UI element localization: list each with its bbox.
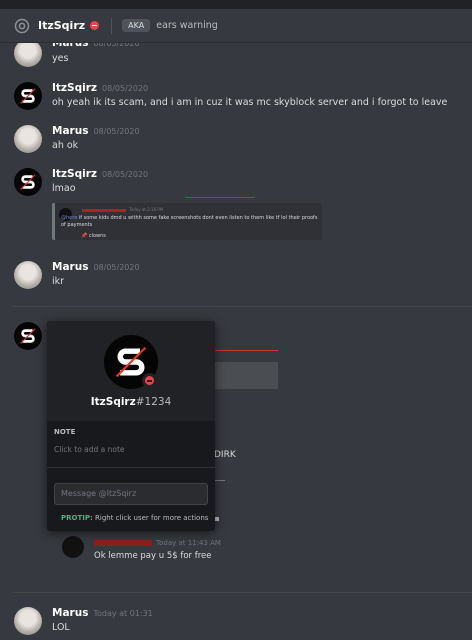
message-author[interactable]: ItzSqirz 08/05/2020 xyxy=(52,82,148,94)
quoted-author-name xyxy=(94,540,152,546)
at-sign-icon xyxy=(14,18,30,33)
message-timestamp: 08/05/2020 xyxy=(93,263,140,272)
pin-icon: 📌 xyxy=(81,233,88,239)
avatar[interactable] xyxy=(14,322,42,350)
message-text-fragment: DIRK xyxy=(214,450,236,460)
message-timestamp: Today at 01:31 xyxy=(93,609,153,618)
avatar[interactable] xyxy=(62,536,84,558)
message-author[interactable]: Marus 08/05/2020 xyxy=(52,125,140,137)
divider xyxy=(47,467,215,468)
embed-timestamp: Today at 2:16 PM xyxy=(129,207,164,212)
popout-username[interactable]: ItzSqirz#1234 xyxy=(47,396,215,408)
image-attachment[interactable]: Today at 2:16 PM @here if some kids dmd … xyxy=(52,203,322,240)
embed-text: @here if some kids dmd u withh some fake… xyxy=(61,215,318,228)
message-author[interactable]: Marus 08/05/2020 xyxy=(52,261,140,273)
protip-label: PROTIP: xyxy=(61,514,93,522)
message-list: Marus 08/05/2020 yes ItzSqirz 08/05/2020 o… xyxy=(0,0,472,640)
avatar[interactable] xyxy=(14,125,42,153)
message-timestamp: 08/05/2020 xyxy=(93,127,140,136)
message-text: oh yeah ik its scam, and i am in cuz it … xyxy=(52,97,448,108)
protip: PROTIP: Right click user for more action… xyxy=(61,514,209,522)
new-messages-divider xyxy=(185,197,255,198)
timestamp-fragment xyxy=(215,480,225,481)
embed-mention: @here xyxy=(61,215,78,221)
dnd-status-icon xyxy=(90,21,100,30)
message-timestamp: 08/05/2020 xyxy=(102,170,149,179)
note-label: NOTE xyxy=(54,428,76,436)
avatar[interactable] xyxy=(14,39,42,67)
avatar[interactable] xyxy=(14,168,42,196)
channel-header: ItzSqirz AKA ears warning xyxy=(0,9,472,43)
s-logo-icon xyxy=(20,88,36,104)
message-text: LOL xyxy=(52,622,70,633)
message-author[interactable]: Marus Today at 01:31 xyxy=(52,607,153,619)
message-text: ah ok xyxy=(52,140,79,151)
dnd-status-icon xyxy=(142,373,157,388)
note-field[interactable]: Click to add a note xyxy=(54,445,125,454)
s-logo-icon xyxy=(20,328,36,344)
message-text: lmao xyxy=(52,183,76,194)
avatar[interactable] xyxy=(14,607,42,635)
message-text: yes xyxy=(52,53,69,64)
divider xyxy=(12,592,472,593)
avatar[interactable] xyxy=(14,82,42,110)
message-text: ikr xyxy=(52,276,65,287)
embed-reaction: 📌 clowns xyxy=(81,233,106,239)
message-author[interactable]: ItzSqirz 08/05/2020 xyxy=(52,168,148,180)
message-timestamp: 08/05/2020 xyxy=(102,84,149,93)
header-divider xyxy=(111,17,113,34)
aka-badge[interactable]: AKA xyxy=(122,19,151,32)
s-logo-icon xyxy=(20,174,36,190)
user-popout: ItzSqirz#1234 NOTE Click to add a note M… xyxy=(47,321,215,531)
avatar[interactable] xyxy=(14,261,42,289)
message-input[interactable]: Message @ItzSqirz xyxy=(54,483,208,505)
embed-author-name xyxy=(82,209,126,212)
aka-note: ears warning xyxy=(156,20,218,31)
quoted-timestamp: Today at 11:43 AM xyxy=(156,539,221,547)
dm-username[interactable]: ItzSqirz xyxy=(38,19,85,32)
quoted-text: Ok lemme pay u 5$ for free xyxy=(94,551,212,561)
divider xyxy=(12,306,472,307)
popout-discriminator: #1234 xyxy=(135,396,172,408)
